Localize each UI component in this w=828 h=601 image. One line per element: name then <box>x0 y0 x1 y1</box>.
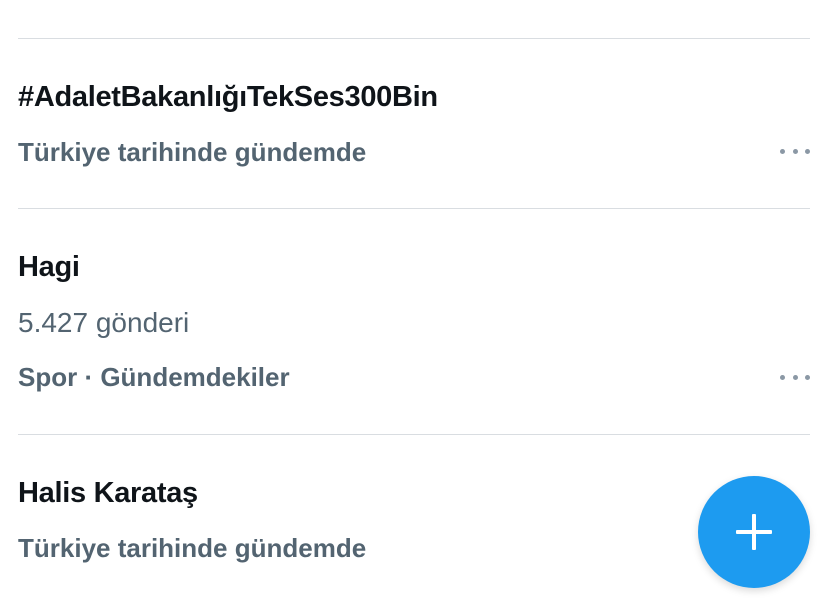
trend-context: Spor · Gündemdekiler <box>18 362 290 392</box>
more-horizontal-icon <box>780 148 785 154</box>
divider <box>18 208 810 209</box>
trend-context: Türkiye tarihinde gündemde <box>18 533 367 563</box>
plus-icon <box>736 514 772 550</box>
trend-context: Türkiye tarihinde gündemde <box>18 137 367 167</box>
more-horizontal-icon-dot <box>792 374 798 380</box>
divider <box>18 38 810 39</box>
trend-title: Hagi <box>18 251 80 283</box>
trend-item[interactable]: #AdaletBakanlığıTekSes300Bin Türkiye tar… <box>18 78 810 188</box>
divider <box>18 434 810 435</box>
more-horizontal-icon-dot <box>792 148 798 154</box>
more-horizontal-icon <box>780 374 785 380</box>
trend-title: Halis Karataş <box>18 477 198 509</box>
trend-post-count: 5.427 gönderi <box>18 307 190 338</box>
trend-title: #AdaletBakanlığıTekSes300Bin <box>18 81 438 113</box>
compose-button[interactable] <box>698 476 810 588</box>
more-options-button[interactable] <box>780 367 810 387</box>
trend-item[interactable]: Hagi 5.427 gönderi Spor · Gündemdekiler <box>18 248 810 408</box>
more-horizontal-icon-dot <box>805 374 810 380</box>
more-options-button[interactable] <box>780 141 810 161</box>
trend-item[interactable]: Halis Karataş Türkiye tarihinde gündemde <box>18 474 810 584</box>
more-horizontal-icon-dot <box>805 148 810 154</box>
